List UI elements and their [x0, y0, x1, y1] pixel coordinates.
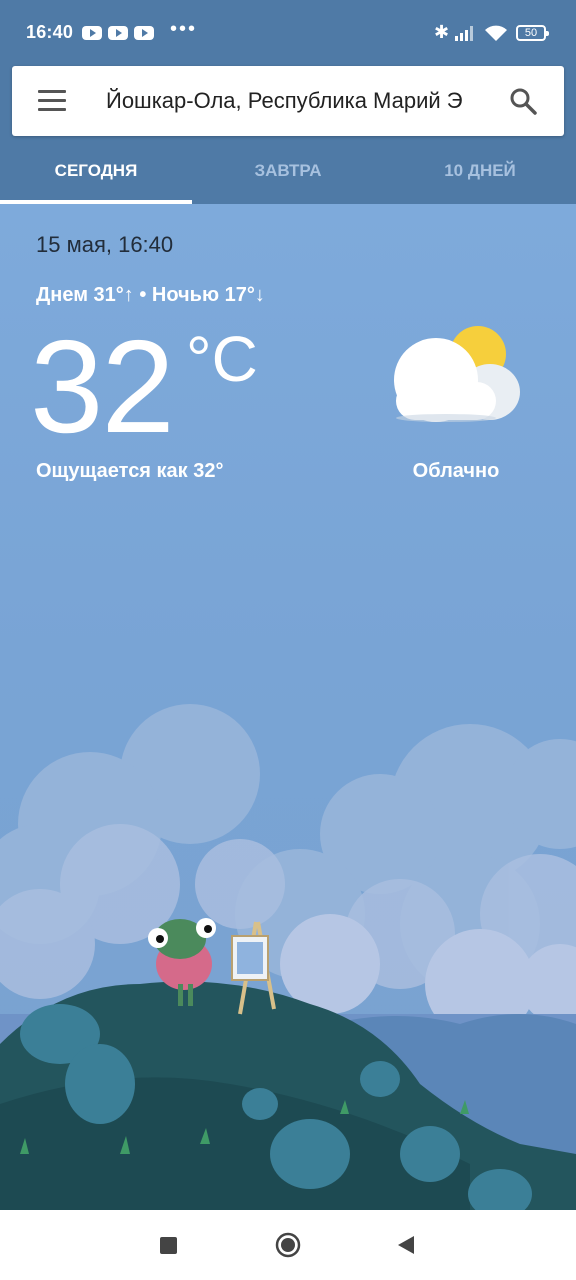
- tab-today[interactable]: СЕГОДНЯ: [0, 150, 192, 204]
- current-temperature: 32: [30, 313, 175, 460]
- youtube-icon: [108, 26, 128, 40]
- forecast-tabs: СЕГОДНЯ ЗАВТРА 10 ДНЕЙ: [0, 150, 576, 204]
- high-low-temperature: Днем 31°↑ • Ночью 17°↓: [36, 284, 265, 306]
- tab-10-days[interactable]: 10 ДНЕЙ: [384, 150, 576, 204]
- search-icon[interactable]: [508, 86, 538, 116]
- more-notifications-icon: •••: [170, 18, 198, 40]
- location-text[interactable]: Йошкар-Ола, Республика Марий Э: [106, 88, 478, 118]
- feels-like: Ощущается как 32°: [36, 460, 224, 482]
- tab-tomorrow[interactable]: ЗАВТРА: [192, 150, 384, 204]
- date-time: 15 мая, 16:40: [36, 232, 174, 257]
- menu-icon[interactable]: [38, 90, 66, 112]
- signal-icon: [455, 26, 473, 41]
- youtube-icon: [82, 26, 102, 40]
- recent-apps-button[interactable]: [160, 1237, 177, 1254]
- battery-icon: 50: [516, 25, 549, 41]
- temperature-unit: °C: [186, 323, 258, 395]
- partly-cloudy-icon: [394, 326, 520, 422]
- back-button[interactable]: [396, 1234, 416, 1256]
- home-button[interactable]: [275, 1232, 301, 1258]
- weather-panel: 15 мая, 16:40 Днем 31°↑ • Ночью 17°↓ 32 …: [0, 204, 576, 1210]
- bluetooth-icon: ✱: [434, 22, 450, 42]
- status-bar: 16:40 ••• ✱ 50: [0, 0, 576, 54]
- youtube-icon: [134, 26, 154, 40]
- app-header: Йошкар-Ола, Республика Марий Э СЕГОДНЯ З…: [0, 54, 576, 204]
- weather-condition: Облачно: [412, 460, 500, 482]
- weather-illustration: [0, 704, 576, 1210]
- location-search-bar[interactable]: Йошкар-Ола, Республика Марий Э: [12, 66, 564, 136]
- wifi-icon: [485, 25, 507, 41]
- system-navigation-bar: [0, 1210, 576, 1280]
- status-time: 16:40: [26, 22, 74, 42]
